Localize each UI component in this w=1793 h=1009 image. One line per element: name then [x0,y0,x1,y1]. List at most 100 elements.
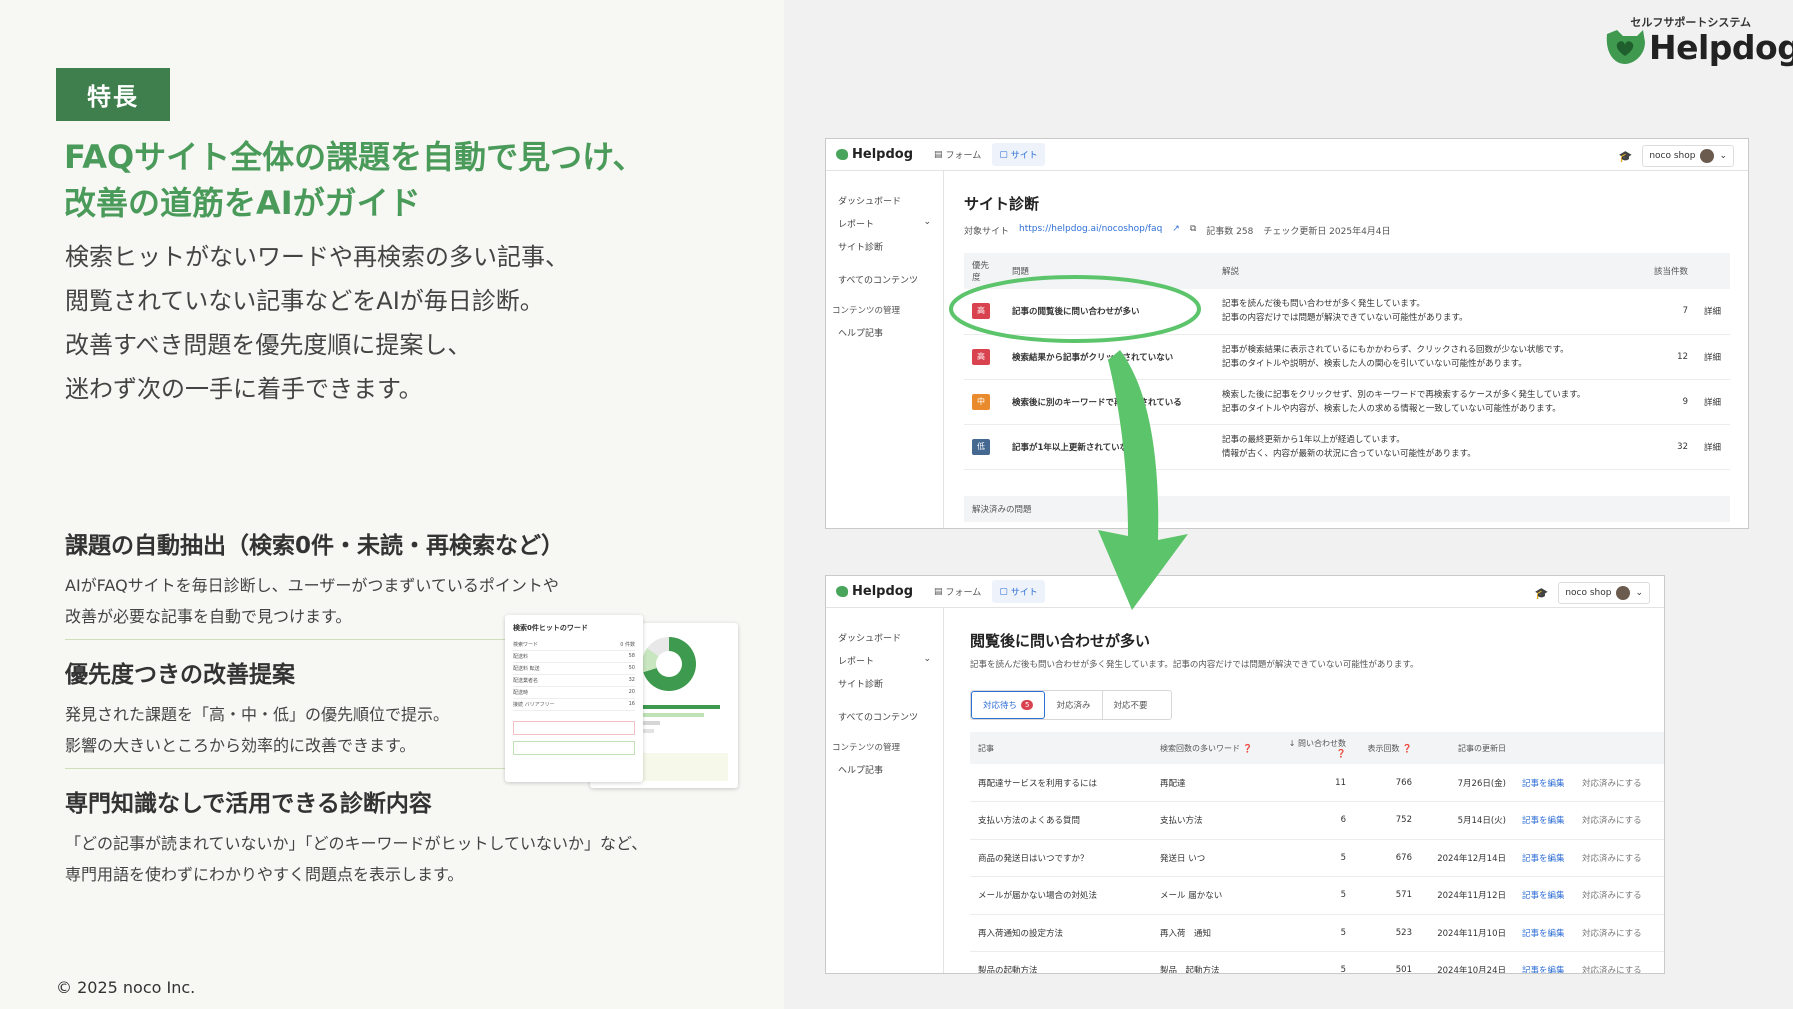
issue-count: 32 [1636,424,1696,470]
tab-unnecessary[interactable]: 対応不要 [1103,691,1159,719]
column-header [1514,732,1574,764]
help-icon[interactable]: ❓ [1402,744,1412,753]
column-header: 問題 [1004,253,1214,289]
graduation-cap-icon[interactable]: 🎓 [1619,150,1633,163]
search-words: 再配達 [1152,764,1276,802]
form-icon: ▤ [934,586,943,597]
tab-done[interactable]: 対応済み [1045,691,1103,719]
brand-icon [836,586,848,597]
table-row[interactable]: 商品の発送日はいつですか？ 発送日 いつ 5 676 2024年12月14日 記事を編集対… [970,839,1664,877]
edit-article-link[interactable]: 記事を編集 [1514,801,1574,840]
table-row[interactable]: 再入荷通知の設定方法 再入荷 通知 5 523 2024年11月10日 記事を編集 対応済み… [970,914,1664,952]
sidebar-item-help-articles[interactable]: ヘルプ記事 [826,321,943,344]
chevron-down-icon: ⌄ [1719,151,1727,161]
bar [640,705,720,709]
table-row[interactable]: 高 検索結果から記事がクリックされていない 記事が検索結果に表示されているにもか… [964,334,1730,380]
helpdog-logo: セルフサポートシステム Helpdog [1597,14,1793,68]
mark-done-link[interactable]: 対応済みにする [1574,914,1664,952]
column-header[interactable]: 表示回数 ❓ [1354,732,1420,764]
mark-done-link[interactable]: 対応済みにする [1574,951,1664,973]
shop-area: 🎓 noco shop ⌄ [1535,582,1650,604]
sidebar-item-dashboard[interactable]: ダッシュボード [826,189,943,212]
column-header[interactable]: 検索回数の多いワード ❓ [1152,732,1276,764]
feature-line: 「どの記事が読まれていないか」「どのキーワードがヒットしていないか」など、 [65,834,648,853]
sidebar-item-all-content[interactable]: すべてのコンテンツ [826,268,943,291]
issue-detail-window: Helpdog ▤ フォーム ▢ サイト 🎓 noco shop ⌄ ダッシュボード … [825,575,1665,974]
lead-line: 改善すべき問題を優先度順に提案し、 [65,331,472,359]
shop-selector[interactable]: noco shop ⌄ [1642,145,1734,167]
issue-title: 記事の閲覧後に問い合わせが多い [1004,289,1214,335]
graduation-cap-icon[interactable]: 🎓 [1535,587,1549,600]
edit-article-link[interactable]: 記事を編集 [1514,951,1574,973]
thumbnail-row: 配送料 転送 50 [513,663,635,675]
form-icon: ▤ [934,149,943,160]
target-url-link[interactable]: https://helpdog.ai/nocoshop/faq [1019,224,1162,237]
article-title: 再入荷通知の設定方法 [970,914,1152,952]
sidebar-item-site-diagnosis[interactable]: サイト診断 [826,672,943,695]
table-row[interactable]: メールが届かない場合の対処法 メール 届かない 5 571 2024年11月12日 記事を… [970,876,1664,915]
thumbnail-row: 接続 バリアフリー 16 [513,699,635,711]
table-row[interactable]: 再配達サービスを利用するには 再配達 11 766 7月26日(金) 記事を編集 対応済みに… [970,764,1664,802]
search-words: メール 届かない [1152,876,1276,915]
resolved-section[interactable]: 解決済みの問題 [964,495,1730,522]
tab-site[interactable]: ▢ サイト [992,143,1045,166]
edit-article-link[interactable]: 記事を編集 [1514,764,1574,802]
edit-article-link[interactable]: 記事を編集 [1514,839,1574,877]
table-row[interactable]: 中 検索後に別のキーワードで再検索されている 検索した後に記事をクリックせず、別… [964,379,1730,425]
tab-pending[interactable]: 対応待ち 5 [971,691,1046,719]
mark-done-link[interactable]: 対応済みにする [1574,876,1664,915]
tab-form[interactable]: ▤ フォーム [927,580,988,603]
app-brand[interactable]: Helpdog [836,147,913,162]
detail-link[interactable]: 詳細 [1696,334,1730,380]
priority-badge: 低 [972,438,990,455]
issue-description: 検索した後に記事をクリックせず、別のキーワードで再検索するケースが多く発生してい… [1214,379,1636,425]
column-header[interactable]: ↓ 問い合わせ数 ❓ [1276,732,1354,764]
sort-down-icon[interactable]: ↓ [1289,739,1296,748]
search-words: 再入荷 通知 [1152,914,1276,952]
app-brand[interactable]: Helpdog [836,584,913,599]
updated-date: 5月14日(火) [1420,801,1514,840]
sidebar-item-dashboard[interactable]: ダッシュボード [826,626,943,649]
sidebar-item-report[interactable]: レポート ⌄ [826,212,943,235]
mark-done-link[interactable]: 対応済みにする [1574,839,1664,877]
edit-article-link[interactable]: 記事を編集 [1514,876,1574,915]
chevron-down-icon: ⌄ [923,654,931,664]
table-row[interactable]: 製品の起動方法 製品 起動方法 5 501 2024年10月24日 記事を編集 対応済みにす… [970,951,1664,973]
sidebar-item-site-diagnosis[interactable]: サイト診断 [826,235,943,258]
copy-icon[interactable]: ⧉ [1190,224,1196,237]
shop-selector[interactable]: noco shop ⌄ [1558,582,1650,604]
sidebar-item-help-articles[interactable]: ヘルプ記事 [826,758,943,781]
detail-link[interactable]: 詳細 [1696,289,1730,335]
feature-line: AIがFAQサイトを毎日診断し、ユーザーがつまずいているポイントや [65,576,559,595]
help-icon[interactable]: ❓ [1336,749,1346,758]
sidebar-item-all-content[interactable]: すべてのコンテンツ [826,705,943,728]
issue-description: 記事が検索結果に表示されているにもかかわらず、クリックされる回数が少ない状態です… [1214,334,1636,380]
issue-count: 12 [1636,334,1696,380]
mark-done-link[interactable]: 対応済みにする [1574,764,1664,802]
detail-link[interactable]: 詳細 [1696,379,1730,425]
bar [640,713,704,717]
detail-link[interactable]: 詳細 [1696,424,1730,470]
feature-badge: 特長 [56,68,170,121]
help-icon[interactable]: ❓ [1243,744,1253,753]
sidebar-group-content: コンテンツの管理 [832,306,901,316]
table-row[interactable]: 支払い方法のよくある質問 支払い方法 6 752 5月14日(火) 記事を編集 対応済みにす… [970,801,1664,840]
avatar [1616,586,1631,600]
column-header [1574,732,1664,764]
view-count: 501 [1354,951,1420,973]
article-title: 再配達サービスを利用するには [970,764,1152,802]
sidebar-item-report[interactable]: レポート ⌄ [826,649,943,672]
shop-area: 🎓 noco shop ⌄ [1619,145,1734,167]
app-topbar: Helpdog ▤ フォーム ▢ サイト 🎓 noco shop ⌄ [826,139,1748,171]
tab-form[interactable]: ▤ フォーム [927,143,988,166]
edit-article-link[interactable]: 記事を編集 [1514,914,1574,952]
article-table: 記事 検索回数の多いワード ❓ ↓ 問い合わせ数 ❓ 表示回数 ❓ 記事の更新日… [970,732,1664,973]
view-count: 766 [1354,764,1420,802]
mark-done-link[interactable]: 対応済みにする [1574,801,1664,840]
table-row[interactable]: 低 記事が1年以上更新されていない 記事の最終更新から1年以上が経過しています。… [964,424,1730,470]
search-words: 支払い方法 [1152,801,1276,840]
external-link-icon[interactable]: ↗ [1172,224,1180,237]
tab-site[interactable]: ▢ サイト [992,580,1045,603]
table-row[interactable]: 高 記事の閲覧後に問い合わせが多い 記事を読んだ後も問い合わせが多く発生していま… [964,289,1730,335]
lead-line: 検索ヒットがないワードや再検索の多い記事、 [65,243,569,271]
